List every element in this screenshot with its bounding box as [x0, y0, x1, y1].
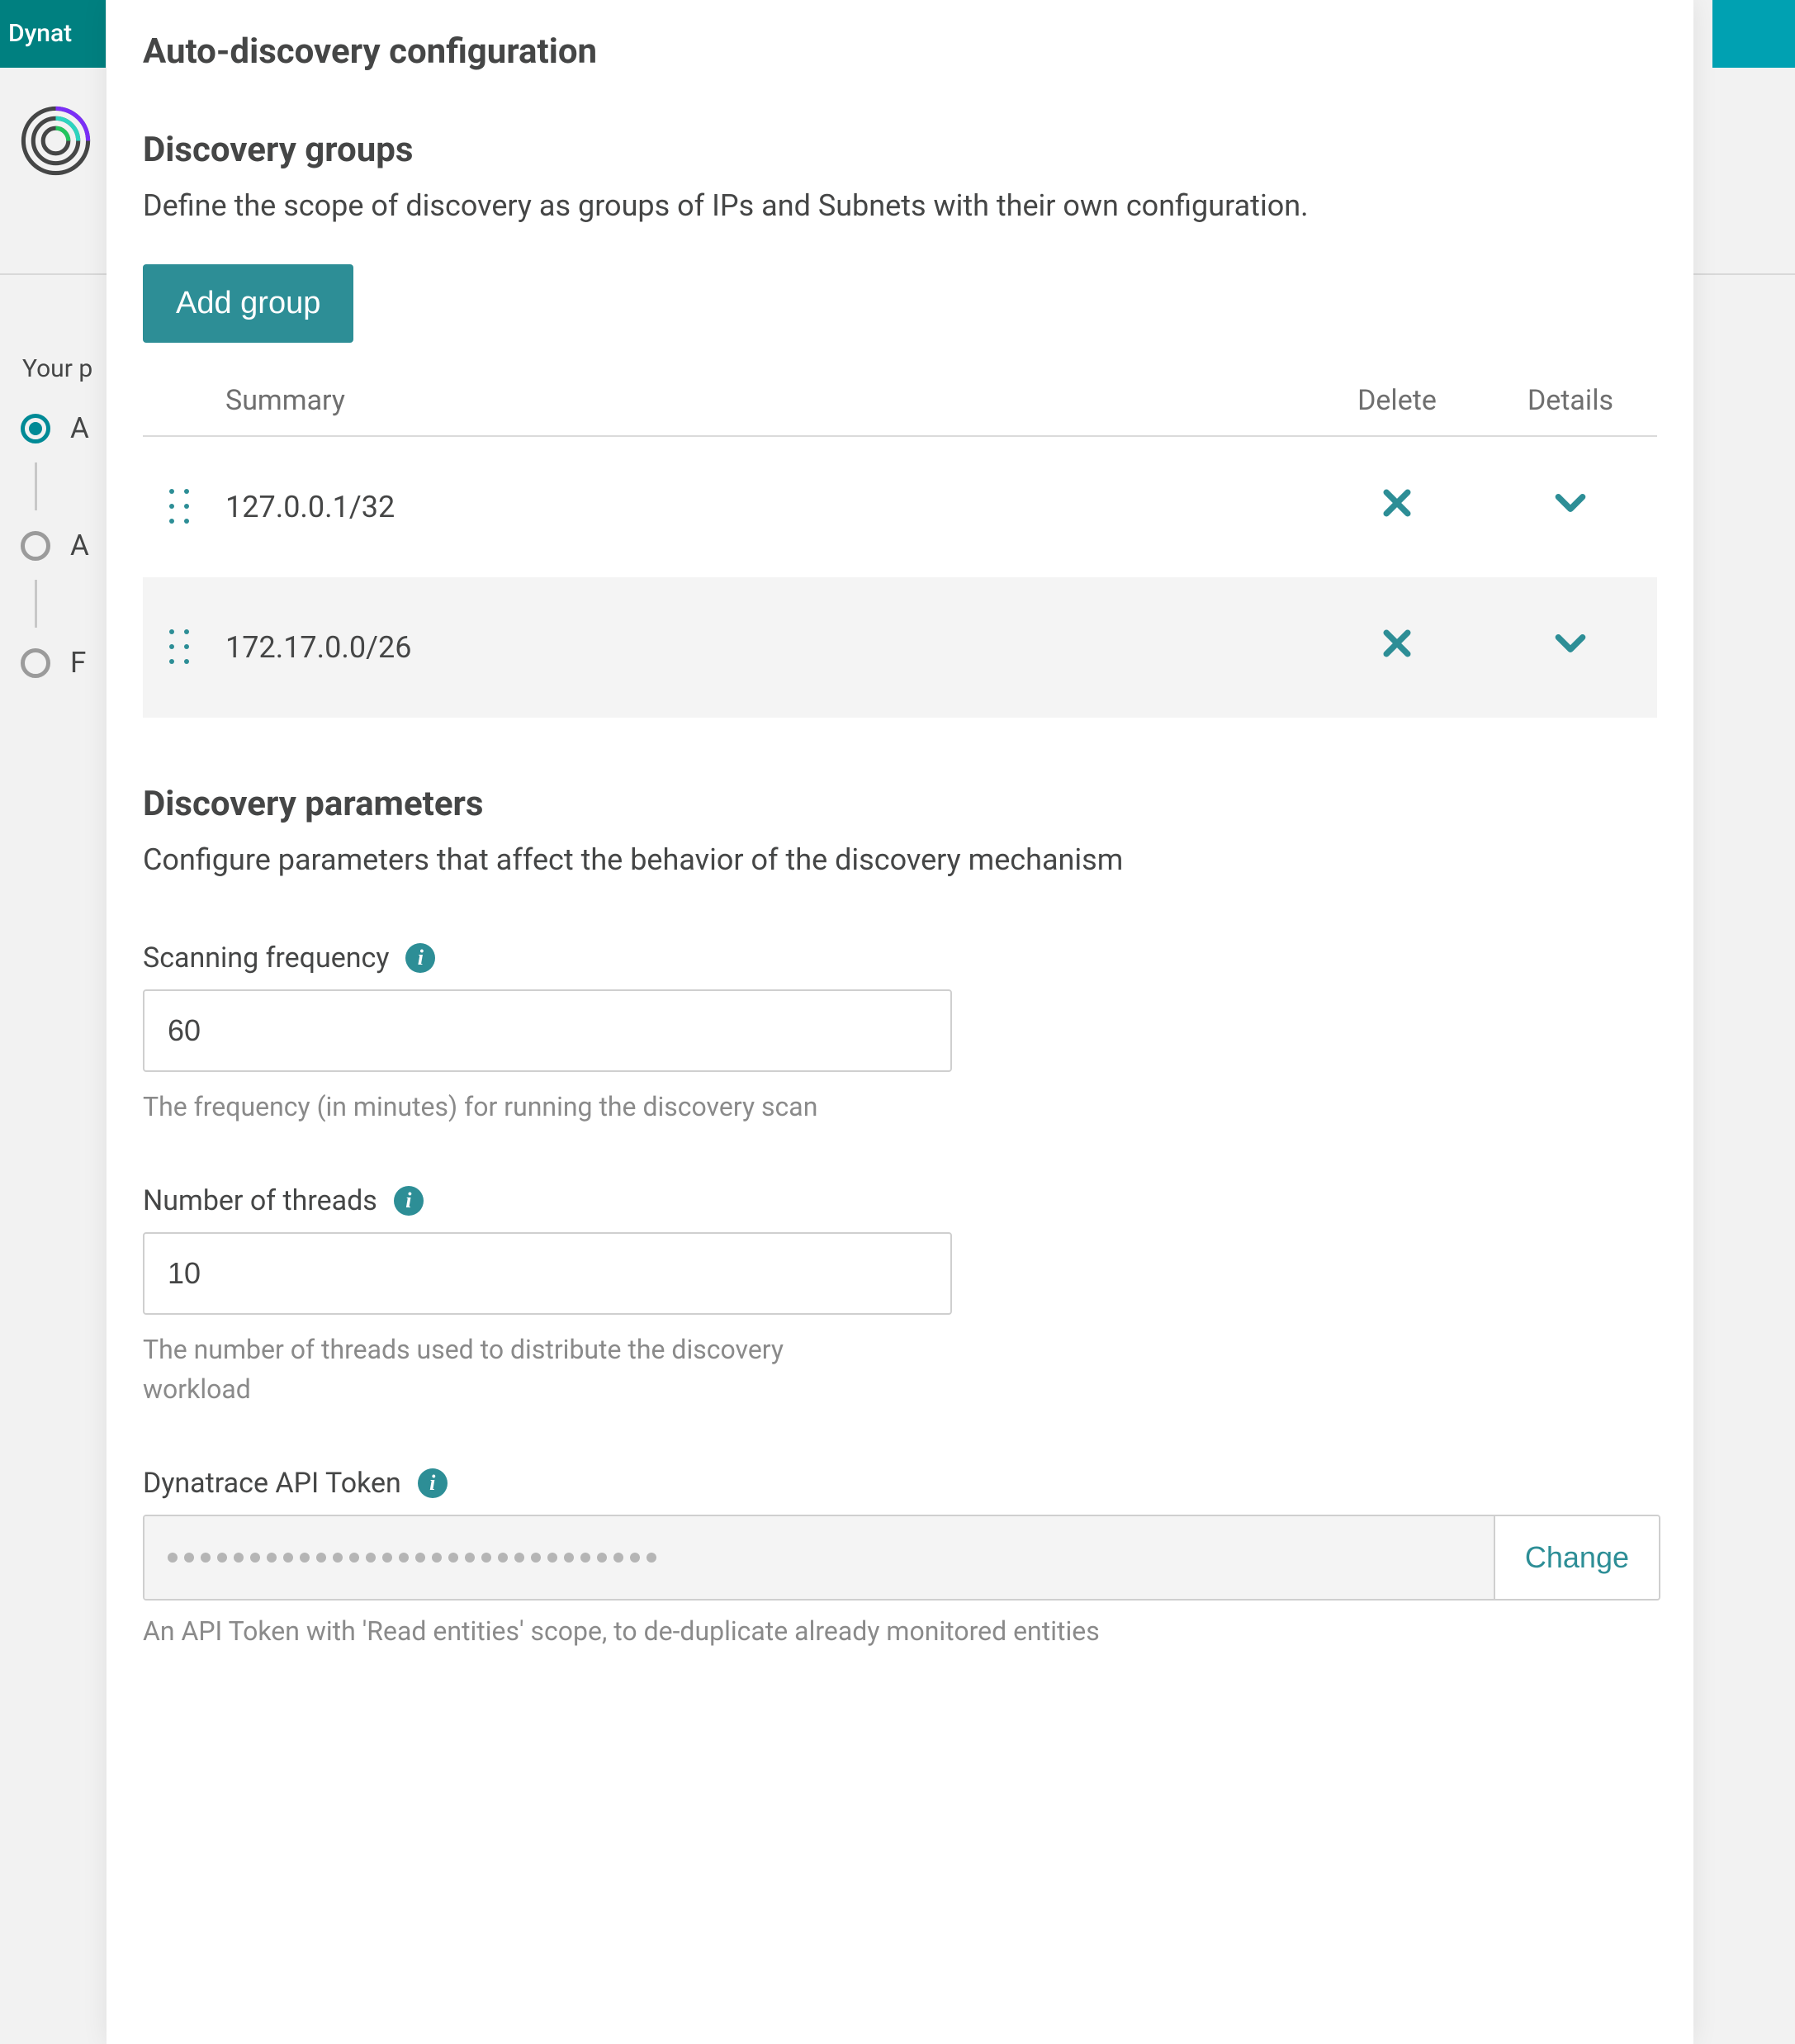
topbar-brand: Dynat: [0, 0, 106, 68]
threads-help: The number of threads used to distribute…: [143, 1330, 820, 1409]
sidebar-item-0[interactable]: A: [21, 411, 103, 445]
sidebar-item-label: A: [70, 411, 89, 445]
radio-selected-icon: [21, 414, 50, 443]
sidebar-item-2[interactable]: F: [21, 646, 103, 680]
threads-field: Number of threads i The number of thread…: [143, 1184, 952, 1409]
drag-handle-icon[interactable]: [169, 489, 194, 525]
sidebar-item-label: A: [70, 529, 89, 562]
groups-table-header: Summary Delete Details: [143, 384, 1657, 437]
config-panel: Auto-discovery configuration Discovery g…: [107, 0, 1693, 2044]
token-change-button[interactable]: Change: [1494, 1516, 1659, 1599]
topbar-right-accent: [1712, 0, 1795, 68]
table-row: 172.17.0.0/26: [143, 577, 1657, 718]
delete-row-button[interactable]: [1379, 625, 1415, 662]
row-summary: 172.17.0.0/26: [225, 630, 1310, 665]
groups-heading: Discovery groups: [143, 130, 1657, 170]
info-icon[interactable]: i: [394, 1186, 424, 1216]
params-description: Configure parameters that affect the beh…: [143, 837, 1657, 884]
scanning-frequency-label: Scanning frequency: [143, 941, 389, 975]
threads-input[interactable]: [143, 1232, 952, 1315]
token-label: Dynatrace API Token: [143, 1467, 401, 1500]
sidebar-connector: [35, 462, 37, 510]
expand-row-button[interactable]: [1552, 485, 1589, 521]
params-heading: Discovery parameters: [143, 784, 1657, 824]
row-summary: 127.0.0.1/32: [225, 490, 1310, 524]
token-field: Dynatrace API Token i Change An API Toke…: [143, 1467, 1657, 1647]
token-masked-value: [144, 1516, 1494, 1599]
groups-table: Summary Delete Details 127.0.0.1/32: [143, 384, 1657, 718]
drag-handle-icon[interactable]: [169, 629, 194, 666]
panel-title: Auto-discovery configuration: [143, 31, 1657, 72]
table-row: 127.0.0.1/32: [143, 437, 1657, 577]
col-details-header: Details: [1484, 384, 1657, 417]
app-logo-icon: [21, 106, 91, 176]
col-delete-header: Delete: [1310, 384, 1484, 417]
sidebar-label: Your p: [22, 354, 101, 383]
scanning-frequency-input[interactable]: [143, 989, 952, 1072]
info-icon[interactable]: i: [418, 1468, 448, 1498]
groups-description: Define the scope of discovery as groups …: [143, 183, 1657, 230]
scanning-frequency-help: The frequency (in minutes) for running t…: [143, 1087, 820, 1126]
expand-row-button[interactable]: [1552, 625, 1589, 662]
brand-text: Dynat: [8, 19, 72, 48]
add-group-button[interactable]: Add group: [143, 264, 353, 343]
col-summary-header: Summary: [225, 384, 1310, 417]
token-help: An API Token with 'Read entities' scope,…: [143, 1615, 1657, 1647]
radio-unselected-icon: [21, 648, 50, 678]
scanning-frequency-field: Scanning frequency i The frequency (in m…: [143, 941, 952, 1126]
sidebar-connector: [35, 580, 37, 628]
sidebar-item-label: F: [70, 646, 86, 680]
sidebar-item-1[interactable]: A: [21, 529, 103, 562]
threads-label: Number of threads: [143, 1184, 377, 1217]
delete-row-button[interactable]: [1379, 485, 1415, 521]
info-icon[interactable]: i: [405, 943, 435, 973]
radio-unselected-icon: [21, 531, 50, 561]
